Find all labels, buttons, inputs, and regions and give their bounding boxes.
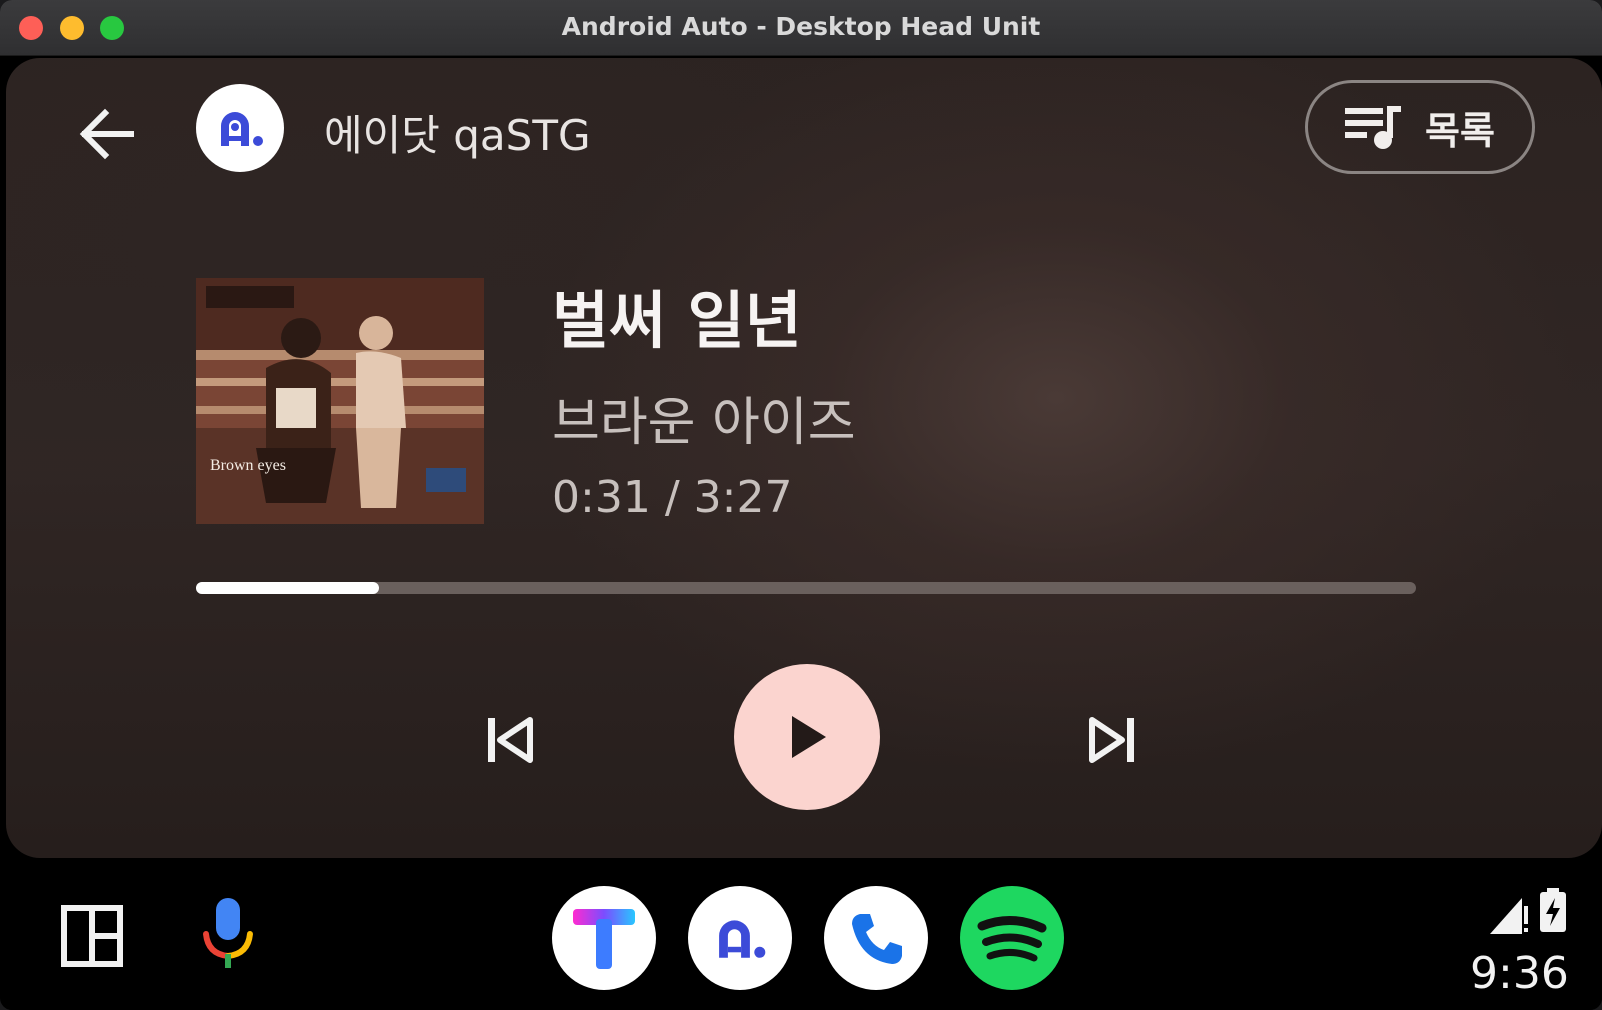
status-clock: 9:36 (1470, 948, 1569, 999)
battery-charging-icon (1540, 888, 1566, 932)
dock-app-spotify[interactable] (960, 886, 1064, 990)
microphone-icon (203, 898, 253, 968)
phone-icon (852, 914, 902, 964)
skip-previous-icon (488, 717, 533, 763)
play-button[interactable] (734, 664, 880, 810)
artist-name: 브라운 아이즈 (552, 393, 856, 453)
time-separator: / (664, 472, 680, 523)
dashboard-button[interactable] (60, 904, 124, 968)
track-duration: 3:27 (693, 472, 793, 523)
progress-bar[interactable] (196, 582, 1416, 594)
back-button[interactable] (66, 94, 146, 174)
elapsed-time: 0:31 (552, 472, 651, 523)
dashboard-layout-icon (61, 905, 123, 967)
cell-signal-icon (1490, 898, 1528, 934)
dock-app-tmap[interactable] (552, 886, 656, 990)
app-logo (196, 84, 284, 172)
previous-track-button[interactable] (460, 690, 560, 790)
media-player-screen: 에이닷 qaSTG 목록 Brown eyes 벌써 일년 브라운 아이즈 0:… (6, 58, 1602, 858)
app-name: 에이닷 qaSTG (324, 111, 591, 160)
voice-assistant-button[interactable] (196, 894, 260, 974)
arrow-left-icon (79, 108, 134, 160)
dock-app-phone[interactable] (824, 886, 928, 990)
app-window: Android Auto - Desktop Head Unit 에이닷 qaS… (0, 0, 1602, 1010)
title-bar: Android Auto - Desktop Head Unit (0, 0, 1602, 56)
skip-next-icon (1089, 717, 1134, 763)
album-art-text: Brown eyes (210, 457, 286, 474)
system-nav-bar: 9:36 (6, 858, 1602, 1010)
adot-app-icon (719, 920, 766, 958)
tmap-icon (573, 909, 635, 969)
song-title: 벌써 일년 (552, 284, 802, 357)
album-art: Brown eyes (196, 278, 484, 524)
spotify-icon (977, 916, 1047, 962)
queue-list-button[interactable]: 목록 (1305, 80, 1535, 174)
progress-fill (196, 582, 379, 594)
status-icons (1488, 888, 1598, 938)
dock-app-adot[interactable] (688, 886, 792, 990)
queue-music-icon (1345, 106, 1402, 149)
album-cover-image: Brown eyes (196, 278, 484, 524)
playback-time: 0:31 / 3:27 (552, 472, 792, 523)
queue-list-label: 목록 (1425, 108, 1495, 153)
window-title: Android Auto - Desktop Head Unit (561, 12, 1041, 41)
play-icon (792, 716, 826, 758)
adot-logo-icon (221, 112, 263, 146)
next-track-button[interactable] (1062, 690, 1162, 790)
